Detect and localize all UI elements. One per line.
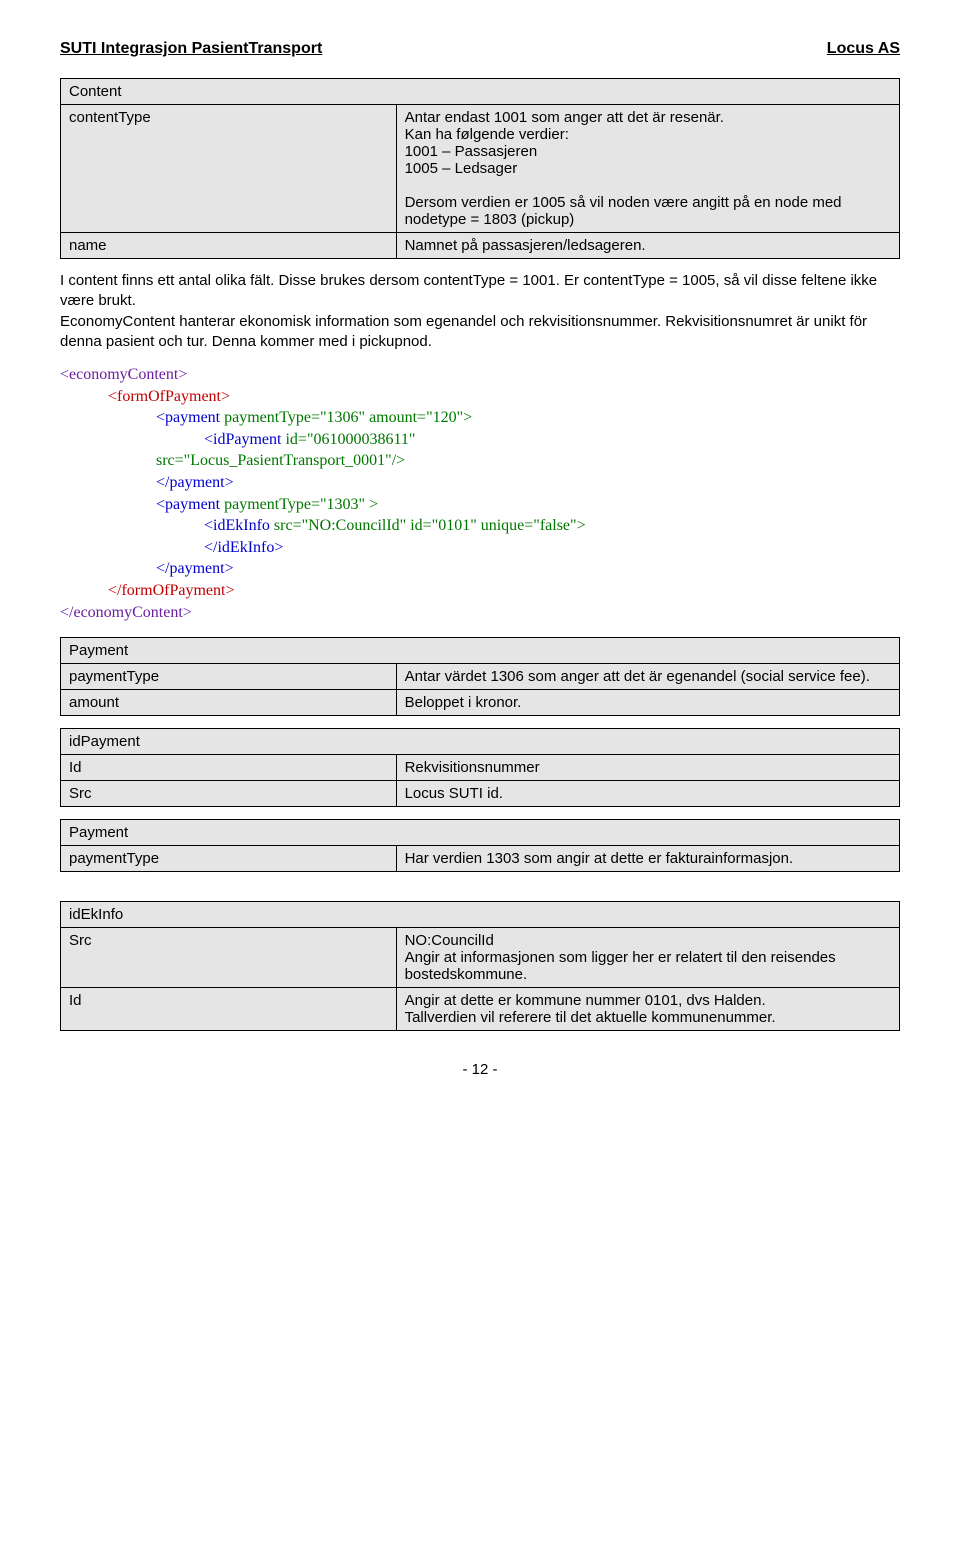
xml-line: </idEkInfo> bbox=[204, 539, 283, 556]
xml-line: <payment bbox=[156, 496, 220, 513]
xml-line: </economyContent> bbox=[60, 604, 192, 621]
cell-value: Antar värdet 1306 som anger att det är e… bbox=[396, 664, 899, 690]
cell-value: Namnet på passasjeren/ledsageren. bbox=[396, 233, 899, 259]
table-title: Payment bbox=[61, 820, 900, 846]
cell-label: amount bbox=[61, 690, 397, 716]
cell-value: NO:CouncilId Angir at informasjonen som … bbox=[396, 928, 899, 988]
cell-label: Src bbox=[61, 781, 397, 807]
table-payment-1306: Payment paymentType Antar värdet 1306 so… bbox=[60, 637, 900, 716]
xml-attrs: paymentType="1306" amount="120"> bbox=[220, 409, 472, 426]
cell-value: Rekvisitionsnummer bbox=[396, 755, 899, 781]
paragraph: I content finns ett antal olika fält. Di… bbox=[60, 271, 900, 352]
xml-line: </payment> bbox=[156, 560, 234, 577]
xml-line: </payment> bbox=[156, 474, 234, 491]
xml-line: src="Locus_PasientTransport_0001"/> bbox=[156, 452, 405, 469]
xml-line: <payment bbox=[156, 409, 220, 426]
page-header: SUTI Integrasjon PasientTransport Locus … bbox=[60, 40, 900, 58]
xml-line: <idEkInfo bbox=[204, 517, 270, 534]
xml-attrs: paymentType="1303" > bbox=[220, 496, 378, 513]
xml-snippet: <economyContent> <formOfPayment> <paymen… bbox=[60, 364, 900, 623]
cell-value: Locus SUTI id. bbox=[396, 781, 899, 807]
cell-value: Antar endast 1001 som anger att det är r… bbox=[396, 105, 899, 233]
cell-value: Beloppet i kronor. bbox=[396, 690, 899, 716]
xml-line: <economyContent> bbox=[60, 366, 187, 383]
cell-label: name bbox=[61, 233, 397, 259]
doc-title-left: SUTI Integrasjon PasientTransport bbox=[60, 40, 322, 58]
cell-value: Har verdien 1303 som angir at dette er f… bbox=[396, 846, 899, 872]
table-payment-1303: Payment paymentType Har verdien 1303 som… bbox=[60, 819, 900, 872]
cell-label: Src bbox=[61, 928, 397, 988]
cell-label: Id bbox=[61, 988, 397, 1031]
table-title: Payment bbox=[61, 638, 900, 664]
table-idekinfo: idEkInfo Src NO:CouncilId Angir at infor… bbox=[60, 901, 900, 1031]
xml-line: </formOfPayment> bbox=[108, 582, 234, 599]
doc-title-right: Locus AS bbox=[827, 40, 900, 58]
cell-label: paymentType bbox=[61, 846, 397, 872]
xml-line: <formOfPayment> bbox=[108, 388, 230, 405]
xml-attrs: id="061000038611" bbox=[281, 431, 415, 448]
cell-value: Angir at dette er kommune nummer 0101, d… bbox=[396, 988, 899, 1031]
table-title: idPayment bbox=[61, 729, 900, 755]
cell-label: paymentType bbox=[61, 664, 397, 690]
cell-label: contentType bbox=[61, 105, 397, 233]
xml-line: <idPayment bbox=[204, 431, 281, 448]
table-title: idEkInfo bbox=[61, 902, 900, 928]
table-content: Content contentType Antar endast 1001 so… bbox=[60, 78, 900, 259]
xml-attrs: src="NO:CouncilId" id="0101" unique="fal… bbox=[270, 517, 586, 534]
table-idpayment: idPayment Id Rekvisitionsnummer Src Locu… bbox=[60, 728, 900, 807]
cell-label: Id bbox=[61, 755, 397, 781]
page-number: - 12 - bbox=[60, 1061, 900, 1078]
table-title: Content bbox=[61, 79, 900, 105]
